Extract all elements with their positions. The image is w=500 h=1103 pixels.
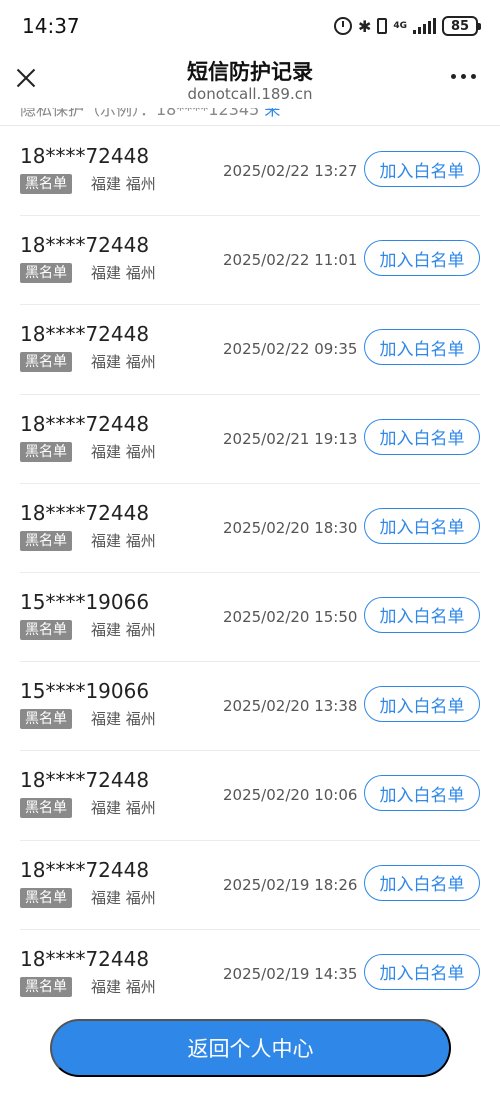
add-whitelist-button[interactable]: 加入白名单 <box>364 775 480 812</box>
add-whitelist-button[interactable]: 加入白名单 <box>364 151 480 187</box>
record-list: 18****72448 黑名单 福建 福州 2025/02/22 13:27 加入白名单… <box>0 127 500 1019</box>
record-time: 2025/02/20 18:30 <box>223 518 358 537</box>
battery-icon: 85 <box>442 16 481 36</box>
record-time: 2025/02/20 10:06 <box>223 786 358 805</box>
bluetooth-icon: ✱ <box>357 16 372 36</box>
record-row: 18****72448 黑名单 福建 福州 2025/02/19 18:26 加入白名单 <box>20 841 480 930</box>
blacklist-badge: 黑名单 <box>20 709 72 730</box>
record-time: 2025/02/22 11:01 <box>223 251 358 270</box>
status-bar: 14:37 ✱ 4G 85 <box>0 0 500 52</box>
record-phone: 18****72448 <box>20 322 150 347</box>
record-phone: 18****72448 <box>20 411 150 436</box>
add-whitelist-button[interactable]: 加入白名单 <box>364 507 480 544</box>
add-whitelist-button[interactable]: 加入白名单 <box>364 864 480 901</box>
record-location: 福建 福州 <box>91 888 156 907</box>
record-location: 福建 福州 <box>91 977 156 996</box>
record-time: 2025/02/19 14:35 <box>223 964 358 983</box>
blacklist-badge: 黑名单 <box>20 887 72 908</box>
record-row: 18****72448 黑名单 福建 福州 2025/02/22 09:35 加入白名单 <box>20 305 480 395</box>
back-to-profile-button[interactable]: 返回个人中心 <box>50 1019 451 1077</box>
add-whitelist-button[interactable]: 加入白名单 <box>364 418 480 455</box>
blacklist-badge: 黑名单 <box>20 530 72 551</box>
record-phone: 15****19066 <box>20 589 150 614</box>
record-phone: 18****72448 <box>20 233 150 258</box>
nav-bar: 短信防护记录 donotcall.189.cn <box>0 52 500 108</box>
record-phone: 18****72448 <box>20 768 150 793</box>
record-phone: 15****19066 <box>20 679 150 704</box>
record-location: 福建 福州 <box>91 710 156 729</box>
blacklist-badge: 黑名单 <box>20 798 72 819</box>
add-whitelist-button[interactable]: 加入白名单 <box>364 953 480 990</box>
record-location: 福建 福州 <box>91 531 156 550</box>
record-phone: 18****72448 <box>20 144 150 168</box>
record-time: 2025/02/20 13:38 <box>223 697 358 716</box>
status-time: 14:37 <box>22 14 80 38</box>
record-location: 福建 福州 <box>91 799 156 818</box>
add-whitelist-button[interactable]: 加入白名单 <box>364 686 480 723</box>
blacklist-badge: 黑名单 <box>20 352 72 373</box>
status-icons: ✱ 4G 85 <box>333 14 481 38</box>
record-time: 2025/02/20 15:50 <box>223 607 358 626</box>
more-icon[interactable] <box>451 74 476 79</box>
record-time: 2025/02/19 18:26 <box>223 875 358 894</box>
record-phone: 18****72448 <box>20 857 150 882</box>
battery-level: 85 <box>450 18 470 34</box>
blacklist-badge: 黑名单 <box>20 174 72 194</box>
alarm-icon <box>333 17 352 35</box>
blacklist-badge: 黑名单 <box>20 441 72 462</box>
partial-row: 隐私保护（示例）：18****12345 来 <box>0 108 500 126</box>
record-row: 18****72448 黑名单 福建 福州 2025/02/20 10:06 加入白名单 <box>20 751 480 841</box>
record-row: 15****19066 黑名单 福建 福州 2025/02/20 13:38 加入白名单 <box>20 662 480 752</box>
record-time: 2025/02/21 19:13 <box>223 429 358 448</box>
add-whitelist-button[interactable]: 加入白名单 <box>364 240 480 277</box>
record-location: 福建 福州 <box>91 264 156 283</box>
network-type: 4G <box>393 20 407 31</box>
record-row: 15****19066 黑名单 福建 福州 2025/02/20 15:50 加入白名单 <box>20 573 480 663</box>
blacklist-badge: 黑名单 <box>20 263 72 284</box>
record-phone: 18****72448 <box>20 500 150 525</box>
record-phone: 18****72448 <box>20 946 150 971</box>
record-location: 福建 福州 <box>91 442 156 461</box>
partial-row-text: 隐私保护（示例）：18****12345 来 <box>20 108 281 119</box>
vibrate-icon <box>377 18 388 34</box>
blacklist-badge: 黑名单 <box>20 976 72 997</box>
record-row: 18****72448 黑名单 福建 福州 2025/02/19 14:35 加入白名单 <box>20 930 480 1019</box>
record-location: 福建 福州 <box>91 620 156 639</box>
record-row: 18****72448 黑名单 福建 福州 2025/02/22 11:01 加入白名单 <box>20 216 480 306</box>
blacklist-badge: 黑名单 <box>20 619 72 640</box>
add-whitelist-button[interactable]: 加入白名单 <box>364 329 480 366</box>
record-time: 2025/02/22 13:27 <box>223 162 358 180</box>
page-title: 短信防护记录 <box>187 60 313 84</box>
record-row: 18****72448 黑名单 福建 福州 2025/02/22 13:27 加入白名单 <box>20 127 480 217</box>
record-location: 福建 福州 <box>91 175 156 193</box>
signal-icon <box>413 18 436 34</box>
page-url: donotcall.189.cn <box>187 85 313 103</box>
record-row: 18****72448 黑名单 福建 福州 2025/02/20 18:30 加入白名单 <box>20 484 480 573</box>
add-whitelist-button[interactable]: 加入白名单 <box>364 596 480 633</box>
record-row: 18****72448 黑名单 福建 福州 2025/02/21 19:13 加入白名单 <box>20 395 480 484</box>
record-time: 2025/02/22 09:35 <box>223 340 358 359</box>
record-location: 福建 福州 <box>91 353 156 372</box>
